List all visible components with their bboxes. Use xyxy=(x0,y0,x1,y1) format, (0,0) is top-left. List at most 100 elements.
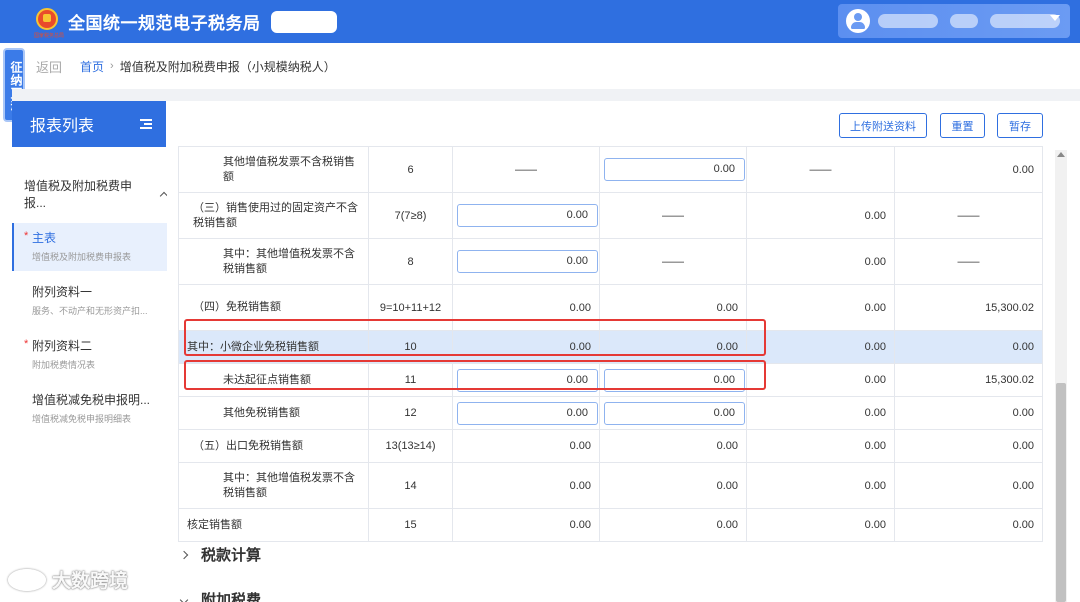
section-title: 税款计算 xyxy=(201,547,262,564)
amount-cell: 0.00 xyxy=(746,284,895,331)
amount-cell: 15,300.02 xyxy=(894,363,1043,397)
amount-input[interactable]: 0.00 xyxy=(604,158,745,181)
amount-cell: 0.00 xyxy=(452,192,600,239)
amount-cell: 0.00 xyxy=(894,508,1043,542)
row-number: 13(13≥14) xyxy=(368,429,453,463)
report-list-panel: 报表列表 增值税及附加税费申报... * 主表 增值税及附加税费申报表 附列资料… xyxy=(12,101,169,602)
row-label: 核定销售额 xyxy=(178,508,369,542)
tax-bureau-logo-icon: 国家税务总局 xyxy=(34,7,64,39)
section-tax-calculation[interactable]: 税款计算 xyxy=(179,544,262,565)
amount-cell: —— xyxy=(599,192,747,239)
table-row: 其中：其他增值税发票不含税销售额 14 0.00 0.00 0.00 0.00 xyxy=(178,462,1043,509)
amount-cell: 0.00 xyxy=(452,238,600,285)
report-item-exemption-detail[interactable]: 增值税减免税申报明... 增值税减免税申报明细表 xyxy=(12,385,167,433)
amount-cell: 0.00 xyxy=(746,330,895,364)
amount-cell: 0.00 xyxy=(894,330,1043,364)
report-group-label: 增值税及附加税费申报... xyxy=(24,179,133,210)
amount-cell: —— xyxy=(894,238,1043,285)
chevron-down-icon xyxy=(179,595,189,602)
watermark-text: 大数跨境 xyxy=(52,571,129,592)
top-bar: 国家税务总局 全国统一规范电子税务局 xyxy=(0,0,1080,43)
amount-cell: 0.00 xyxy=(746,429,895,463)
amount-cell: —— xyxy=(452,146,600,193)
report-item-name: 附列资料二 xyxy=(32,339,93,353)
chevron-right-icon xyxy=(179,550,189,559)
amount-cell: —— xyxy=(746,146,895,193)
amount-cell: 0.00 xyxy=(452,429,600,463)
report-list-title: 报表列表 xyxy=(30,118,95,135)
row-label: 其中：其他增值税发票不含税销售额 xyxy=(178,462,369,509)
report-item-sub: 服务、不动产和无形资产扣... xyxy=(32,306,148,316)
amount-cell: 0.00 xyxy=(599,508,747,542)
amount-cell: 0.00 xyxy=(452,508,600,542)
report-item-sub: 增值税减免税申报明细表 xyxy=(32,414,132,424)
amount-cell: 15,300.02 xyxy=(894,284,1043,331)
row-number: 15 xyxy=(368,508,453,542)
required-marker: * xyxy=(24,338,29,350)
site-title: 全国统一规范电子税务局 xyxy=(68,14,261,33)
amount-cell: 0.00 xyxy=(746,363,895,397)
report-item-name: 附列资料一 xyxy=(32,285,93,299)
amount-cell: 0.00 xyxy=(894,429,1043,463)
redacted-region-name xyxy=(270,10,337,33)
breadcrumb-home-link[interactable]: 首页 xyxy=(80,58,104,75)
breadcrumb-current: 增值税及附加税费申报（小规模纳税人） xyxy=(119,59,336,74)
table-row: 核定销售额 15 0.00 0.00 0.00 0.00 xyxy=(178,508,1043,542)
report-item-sub: 增值税及附加税费申报表 xyxy=(32,252,132,262)
logo-text: 国家税务总局 xyxy=(34,32,65,39)
report-item-attachment-2[interactable]: * 附列资料二 附加税费情况表 xyxy=(12,331,167,379)
redacted-user-info xyxy=(950,14,978,28)
chevron-down-icon xyxy=(1050,15,1060,21)
amount-cell: 0.00 xyxy=(746,396,895,430)
watermark: 大数跨境 xyxy=(8,566,128,593)
row-number: 7(7≥8) xyxy=(368,192,453,239)
amount-input[interactable]: 0.00 xyxy=(457,401,598,425)
table-row: （五）出口免税销售额 13(13≥14) 0.00 0.00 0.00 0.00 xyxy=(178,429,1043,463)
amount-cell: 0.00 xyxy=(746,192,895,239)
upload-attachments-button[interactable]: 上传附送资料 xyxy=(839,113,927,138)
amount-cell: 0.00 xyxy=(894,462,1043,509)
amount-cell: 0.00 xyxy=(894,396,1043,430)
amount-cell: 0.00 xyxy=(452,396,600,430)
amount-input[interactable]: 0.00 xyxy=(457,204,598,227)
amount-cell: 0.00 xyxy=(599,462,747,509)
save-draft-button[interactable]: 暂存 xyxy=(997,113,1043,138)
collapse-menu-icon[interactable] xyxy=(140,119,152,129)
scroll-up-arrow-icon[interactable] xyxy=(1057,152,1065,157)
annotation-highlight-small-enterprise xyxy=(184,319,766,356)
amount-input[interactable]: 0.00 xyxy=(457,250,598,273)
table-row: 其他增值税发票不含税销售额 6 —— 0.00 —— 0.00 xyxy=(178,146,1043,193)
row-label: 其中：其他增值税发票不含税销售额 xyxy=(178,238,369,285)
amount-input[interactable]: 0.00 xyxy=(604,401,745,425)
amount-cell: —— xyxy=(599,238,747,285)
section-title: 附加税费 xyxy=(201,592,262,602)
row-label: （五）出口免税销售额 xyxy=(178,429,369,463)
report-list-header: 报表列表 xyxy=(12,101,166,147)
amount-cell: 0.00 xyxy=(599,146,747,193)
amount-cell: 0.00 xyxy=(599,429,747,463)
breadcrumb-separator: › xyxy=(110,60,114,72)
user-avatar-icon xyxy=(846,9,870,33)
section-surcharge[interactable]: 附加税费 xyxy=(179,589,262,602)
report-item-attachment-1[interactable]: 附列资料一 服务、不动产和无形资产扣... xyxy=(12,277,167,325)
user-menu[interactable] xyxy=(838,4,1070,38)
row-number: 6 xyxy=(368,146,453,193)
watermark-logo-icon xyxy=(8,568,46,591)
row-number: 14 xyxy=(368,462,453,509)
annotation-highlight-below-threshold xyxy=(184,360,766,390)
amount-cell: —— xyxy=(894,192,1043,239)
divider-bar xyxy=(12,89,1080,101)
redacted-user-name xyxy=(878,14,938,28)
report-item-main[interactable]: * 主表 增值税及附加税费申报表 xyxy=(12,223,167,271)
amount-cell: 0.00 xyxy=(746,462,895,509)
required-marker: * xyxy=(24,230,29,242)
report-group-vat[interactable]: 增值税及附加税费申报... xyxy=(12,177,169,211)
breadcrumb: 返回 首页 › 增值税及附加税费申报（小规模纳税人） xyxy=(26,43,1080,89)
scrollbar-thumb[interactable] xyxy=(1056,383,1066,602)
reset-button[interactable]: 重置 xyxy=(940,113,985,138)
table-row: （三）销售使用过的固定资产不含税销售额 7(7≥8) 0.00 —— 0.00 —— xyxy=(178,192,1043,239)
amount-cell: 0.00 xyxy=(452,462,600,509)
row-label: 其他免税销售额 xyxy=(178,396,369,430)
amount-cell: 0.00 xyxy=(746,238,895,285)
back-link[interactable]: 返回 xyxy=(36,57,62,76)
